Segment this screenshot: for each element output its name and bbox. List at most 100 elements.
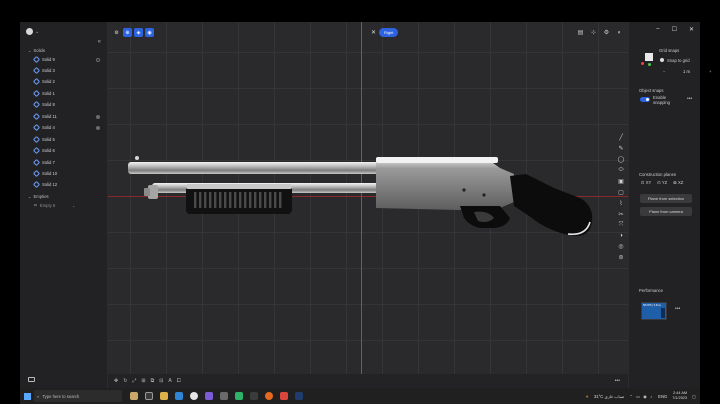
- app-icon[interactable]: [250, 392, 258, 400]
- list-item[interactable]: Solid 2: [32, 77, 100, 86]
- chevron-down-icon[interactable]: ⌄: [28, 194, 32, 199]
- box-tool-icon[interactable]: ▣: [618, 178, 624, 185]
- visibility-icon[interactable]: [96, 125, 100, 130]
- list-item[interactable]: Solid 7: [32, 158, 100, 167]
- app-icon[interactable]: [295, 392, 303, 400]
- hierarchy-icon[interactable]: ⊹: [589, 28, 598, 37]
- shading-button[interactable]: ◈: [134, 28, 143, 37]
- weather-text[interactable]: 31°C ضباب غازي: [594, 394, 625, 399]
- edge-icon[interactable]: [175, 392, 183, 400]
- collapse-panel-icon[interactable]: «: [98, 39, 101, 45]
- list-item[interactable]: ⌗ Empty 6 ⌄: [34, 201, 100, 210]
- visibility-icon[interactable]: [96, 114, 100, 119]
- settings-icon[interactable]: ⚙: [112, 28, 121, 37]
- performance-label: Performance: [639, 288, 663, 293]
- active-app-icon[interactable]: [220, 392, 228, 400]
- blender-icon[interactable]: [265, 392, 273, 400]
- move-icon[interactable]: ✥: [114, 378, 118, 384]
- ellipse-tool-icon[interactable]: ⬭: [618, 167, 623, 174]
- layers-icon[interactable]: ▤: [576, 28, 585, 37]
- app-icon[interactable]: [235, 392, 243, 400]
- clock[interactable]: 2:44 AM 7/1/2023: [672, 391, 687, 401]
- maximize-icon[interactable]: ☐: [672, 26, 677, 33]
- item-label: Solid 10: [42, 171, 58, 176]
- scissors-icon[interactable]: ✂: [618, 211, 623, 218]
- text-tool-icon[interactable]: A: [168, 378, 171, 384]
- layers-icon[interactable]: [28, 377, 35, 382]
- list-item[interactable]: Solid 9: [32, 55, 100, 64]
- list-item[interactable]: Solid 6: [32, 146, 100, 155]
- windows-start-icon[interactable]: [20, 388, 34, 404]
- sphere-icon[interactable]: ◎: [618, 243, 623, 250]
- item-label: Solid 6: [42, 148, 55, 153]
- snap-to-grid-radio[interactable]: [660, 58, 664, 62]
- rect-tool-icon[interactable]: ▢: [618, 189, 624, 196]
- task-view-icon[interactable]: [145, 392, 153, 400]
- align-icon[interactable]: ⊟: [159, 378, 163, 384]
- render-button[interactable]: ◉: [145, 28, 154, 37]
- list-item[interactable]: Solid 4: [32, 123, 100, 132]
- language-indicator[interactable]: ENG: [658, 394, 667, 399]
- group-header-empties[interactable]: ⌄ Empties: [28, 194, 49, 199]
- plane-from-selection-button[interactable]: Plane from selection: [640, 194, 692, 203]
- circle-tool-icon[interactable]: ◯: [618, 156, 625, 163]
- list-item[interactable]: Solid 5: [32, 135, 100, 144]
- grid-size-value[interactable]: 1 m: [683, 69, 690, 74]
- avatar[interactable]: [26, 28, 33, 35]
- list-item[interactable]: Solid 8: [32, 100, 100, 109]
- snap-icon[interactable]: ⊞: [141, 378, 145, 384]
- more-options-icon[interactable]: •••: [687, 96, 692, 102]
- minimize-icon[interactable]: –: [656, 26, 659, 33]
- rotate-icon[interactable]: ↻: [123, 378, 127, 384]
- chevron-down-icon[interactable]: ⌄: [28, 48, 32, 53]
- plane-xy-button[interactable]: ⊡ XY: [641, 180, 651, 185]
- solid-icon: [32, 66, 41, 75]
- visibility-icon[interactable]: [96, 57, 100, 62]
- half-circle-icon[interactable]: ◑: [619, 233, 623, 239]
- view-mode-button[interactable]: ⊕: [123, 28, 132, 37]
- plane-from-camera-button[interactable]: Plane from camera: [640, 207, 692, 216]
- taskbar-search[interactable]: ⌕ Type here to search: [34, 390, 122, 402]
- perf-readout: 58 FPS | 0.6ms: [643, 304, 661, 307]
- chrome-icon[interactable]: [190, 392, 198, 400]
- more-options-icon[interactable]: •••: [615, 378, 620, 384]
- gear-icon[interactable]: ⚙: [602, 28, 611, 37]
- pen-tool-icon[interactable]: ✎: [618, 145, 623, 152]
- list-item[interactable]: Solid 12: [32, 180, 100, 189]
- notifications-icon[interactable]: ▢: [692, 394, 696, 399]
- list-item[interactable]: Solid 10: [32, 169, 100, 178]
- more-options-icon[interactable]: •••: [675, 306, 680, 312]
- chevron-down-icon[interactable]: ⌄: [72, 203, 76, 208]
- transform-icon[interactable]: ⤧: [619, 222, 624, 229]
- curve-tool-icon[interactable]: ⌇: [620, 200, 623, 207]
- app-icon[interactable]: [280, 392, 288, 400]
- view-name-pill[interactable]: Right: [379, 28, 399, 37]
- 3d-viewport[interactable]: ⚙ ⊕ ◈ ◉ ✕ Right ▤ ⊹ ⚙ ◐ ╱ ✎ ◯ ⬭ ▣ ▢ ⌇ ✂ …: [108, 22, 628, 388]
- close-icon[interactable]: ✕: [371, 29, 376, 36]
- plane-yz-button[interactable]: ⊡ YZ: [657, 180, 667, 185]
- grid-size-decrement[interactable]: −: [663, 69, 665, 74]
- grid-size-increment[interactable]: +: [709, 69, 711, 74]
- tray-icons[interactable]: ⌃ ▭ ◉ ♪: [629, 394, 653, 399]
- list-item[interactable]: Solid 3: [32, 66, 100, 75]
- window-controls: – ☐ ✕: [656, 26, 694, 33]
- list-item[interactable]: Solid 11: [32, 112, 100, 121]
- file-explorer-icon[interactable]: [160, 392, 168, 400]
- group-header-solids[interactable]: ⌄ Solids: [28, 48, 45, 53]
- cylinder-icon[interactable]: ⊜: [618, 254, 623, 261]
- shotgun-model[interactable]: [108, 22, 628, 388]
- news-widget-icon[interactable]: [130, 392, 138, 400]
- duplicate-icon[interactable]: ⧠: [177, 378, 181, 384]
- group-icon[interactable]: ⧉: [151, 378, 155, 384]
- account-menu[interactable]: ⌄: [26, 28, 39, 35]
- enable-snapping-toggle[interactable]: [640, 97, 650, 102]
- scale-icon[interactable]: ⤢: [132, 378, 136, 384]
- line-tool-icon[interactable]: ╱: [619, 134, 623, 141]
- orbit-icon[interactable]: ◐: [615, 28, 624, 37]
- chevron-down-icon[interactable]: ⌄: [35, 29, 39, 35]
- close-icon[interactable]: ✕: [689, 26, 694, 33]
- list-item[interactable]: Solid 1: [32, 89, 100, 98]
- app-icon[interactable]: [205, 392, 213, 400]
- plane-xz-button[interactable]: ⊠ XZ: [673, 180, 683, 185]
- axis-gizmo-icon[interactable]: [641, 53, 654, 66]
